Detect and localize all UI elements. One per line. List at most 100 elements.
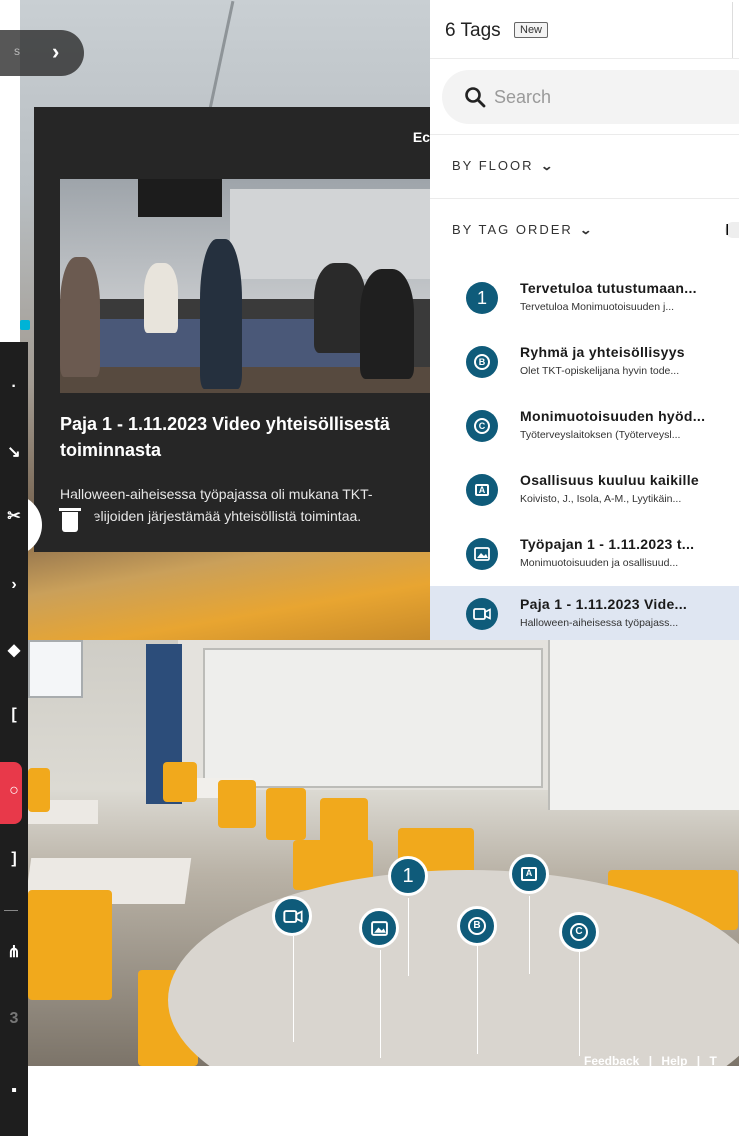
whiteboard (203, 648, 543, 788)
marker-stem (293, 936, 294, 1042)
chevron-down-icon: ⌄ (539, 159, 556, 173)
number-1-icon: 1 (402, 865, 414, 887)
by-floor-toggle[interactable]: BY FLOOR ⌄ (452, 158, 554, 173)
tag-subtitle: Olet TKT-opiskelijana hyvin tode... (520, 365, 680, 377)
tool-icon[interactable]: · (0, 378, 28, 396)
scissors-icon[interactable]: ✂ (0, 506, 28, 526)
by-tag-order-label: BY TAG ORDER (452, 222, 573, 237)
tag-subtitle: Tervetuloa Monimuotoisuuden j... (520, 301, 675, 313)
footer-separator: | (696, 1054, 701, 1068)
edge-indicator (20, 320, 30, 330)
tag-list-item[interactable]: A Osallisuus kuuluu kaikille Koivisto, J… (430, 462, 739, 520)
tag-title: Tervetuloa tutustumaan... (520, 280, 697, 296)
tag-title: Työpajan 1 - 1.11.2023 t... (520, 536, 695, 552)
pill-label: s (14, 44, 20, 58)
tags-panel: 6 Tags New BY FLOOR ⌄ BY TAG ORDER ⌄ I 1 T… (430, 0, 739, 640)
search-field[interactable] (442, 70, 739, 124)
search-icon (465, 87, 486, 108)
left-toolbar: · ↘ ✂ › ◆ [ ○ ] ⋔ 3 ▪ (0, 342, 28, 1136)
card-title-line2: toiminnasta (60, 440, 162, 460)
tag-title: Osallisuus kuuluu kaikille (520, 472, 699, 488)
tag-subtitle: Monimuotoisuuden ja osallisuud... (520, 557, 679, 569)
person (144, 263, 178, 333)
letter-c-glyph: C (474, 418, 490, 434)
letter-a-icon: A (521, 867, 537, 881)
tag-subtitle: Työterveyslaitoksen (Työterveysl... (520, 429, 681, 441)
number-1-icon: 1 (466, 282, 498, 314)
tag-marker-c[interactable]: C (559, 912, 599, 952)
footer-links: Feedback | Help | T (584, 1054, 723, 1068)
marker-stem (529, 896, 530, 974)
arrow-icon[interactable]: › (0, 576, 28, 594)
frame-icon[interactable]: ] (0, 850, 28, 868)
share-icon[interactable]: ⋔ (0, 942, 28, 962)
tag-detail-card: Ec › Paja 1 - 1.11.2023 Video yhteisölli… (34, 107, 468, 552)
card-edit-label[interactable]: Ec (413, 129, 430, 145)
card-description: Halloween-aiheisessa työpajassa oli muka… (60, 486, 373, 524)
person (360, 269, 414, 379)
expand-sidebar-pill[interactable]: s › (0, 30, 84, 76)
person (60, 257, 100, 377)
feedback-link[interactable]: Feedback (584, 1054, 639, 1068)
toolbar-divider (4, 910, 18, 911)
tag-list-item-selected[interactable]: Paja 1 - 1.11.2023 Vide... Halloween-aih… (430, 586, 739, 640)
card-video-preview[interactable] (60, 179, 430, 393)
tag-marker-a[interactable]: A (509, 854, 549, 894)
tag-list-item[interactable]: Työpajan 1 - 1.11.2023 t... Monimuotoisu… (430, 526, 739, 584)
panel-title: 6 Tags (445, 20, 501, 41)
video-icon (283, 910, 303, 923)
measure-icon[interactable]: ↘ (0, 442, 28, 462)
panel-divider (732, 2, 733, 58)
letter-c-icon: C (570, 923, 588, 941)
divider (430, 58, 739, 59)
scene-photo-bottom[interactable] (28, 640, 739, 1066)
ceiling-beam (208, 0, 235, 110)
by-tag-order-toggle[interactable]: BY TAG ORDER ⌄ (452, 222, 593, 237)
help-link[interactable]: Help (661, 1054, 687, 1068)
tag-list-item[interactable]: B Ryhmä ja yhteisöllisyys Olet TKT-opisk… (430, 334, 739, 392)
tag-list-item[interactable]: C Monimuotoisuuden hyöd... Työterveyslai… (430, 398, 739, 456)
image-icon (371, 921, 388, 936)
divider (430, 134, 739, 135)
letter-b-icon: B (466, 346, 498, 378)
person (314, 263, 366, 353)
marker-stem (579, 952, 580, 1056)
footer-link-cut[interactable]: T (709, 1054, 716, 1068)
letter-b-icon: B (468, 917, 486, 935)
marker-stem (408, 898, 409, 976)
chair (218, 780, 256, 828)
panel-right-control[interactable]: I (725, 222, 739, 239)
whiteboard-right (548, 640, 739, 810)
delete-button[interactable] (44, 498, 96, 550)
tag-mode-icon: ○ (9, 782, 19, 799)
number-icon[interactable]: 3 (0, 1010, 28, 1028)
card-title: Paja 1 - 1.11.2023 Video yhteisöllisestä… (60, 411, 440, 463)
tag-marker-image[interactable] (359, 908, 399, 948)
search-input[interactable] (494, 84, 714, 110)
divider (430, 198, 739, 199)
image-icon (466, 538, 498, 570)
page: Ec › Paja 1 - 1.11.2023 Video yhteisölli… (0, 0, 739, 1136)
chair (163, 762, 197, 802)
tag-subtitle: Halloween-aiheisessa työpajass... (520, 617, 679, 629)
trash-icon (62, 512, 78, 532)
tag-title: Paja 1 - 1.11.2023 Vide... (520, 596, 688, 612)
letter-c-icon: C (466, 410, 498, 442)
tag-marker-b[interactable]: B (457, 906, 497, 946)
video-tv (138, 179, 222, 217)
classroom-window (28, 640, 83, 698)
save-icon[interactable]: ▪ (0, 1082, 28, 1100)
video-icon (466, 598, 498, 630)
chair (28, 768, 50, 812)
tag-title: Monimuotoisuuden hyöd... (520, 408, 706, 424)
tag-tool-icon[interactable]: ◆ (0, 640, 28, 660)
tag-marker-1[interactable]: 1 (388, 856, 428, 896)
tag-list-item[interactable]: 1 Tervetuloa tutustumaan... Tervetuloa M… (430, 270, 739, 328)
marker-stem (477, 946, 478, 1054)
tag-title: Ryhmä ja yhteisöllisyys (520, 344, 685, 360)
bracket-icon[interactable]: [ (0, 706, 28, 724)
tag-marker-video[interactable] (272, 896, 312, 936)
person (200, 239, 242, 389)
footer-separator: | (648, 1054, 653, 1068)
chevron-right-icon: › (52, 39, 60, 64)
